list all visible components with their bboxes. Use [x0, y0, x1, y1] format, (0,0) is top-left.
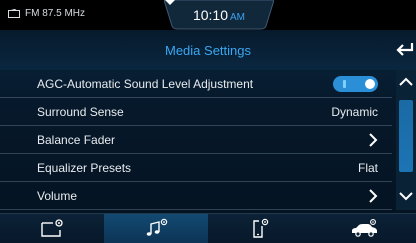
setting-value: Flat: [357, 161, 378, 175]
chevron-right-icon: [369, 133, 378, 147]
clock: 10:10 AM: [164, 7, 274, 23]
chevron-down-icon[interactable]: [396, 182, 416, 210]
nav-music-settings[interactable]: [104, 214, 208, 243]
agc-toggle[interactable]: [333, 76, 378, 92]
clock-time: 10:10: [192, 7, 229, 23]
chevron-right-icon: [369, 189, 378, 203]
setting-row-equalizer-presets[interactable]: Equalizer Presets Flat: [0, 154, 392, 182]
nav-car-settings[interactable]: [312, 214, 416, 243]
setting-label: Surround Sense: [37, 105, 124, 119]
scrollbar[interactable]: [396, 70, 416, 210]
scrollbar-thumb[interactable]: [399, 100, 413, 172]
radio-station: FM 87.5 MHz: [25, 8, 86, 19]
chevron-down-icon: [165, 0, 175, 5]
radio-icon: [8, 9, 20, 18]
page-title: Media Settings: [165, 43, 251, 58]
phone-settings-icon: [253, 218, 269, 238]
nav-phone-settings[interactable]: [208, 214, 312, 243]
setting-row-surround-sense[interactable]: Surround Sense Dynamic: [0, 98, 392, 126]
toggle-knob: [365, 79, 375, 89]
setting-row-volume[interactable]: Volume: [0, 182, 392, 210]
clock-ampm: AM: [230, 12, 246, 23]
nav-screen-settings[interactable]: [0, 214, 104, 243]
toggle-on-mark: [343, 80, 346, 88]
clock-tab[interactable]: 10:10 AM: [164, 0, 274, 30]
chevron-up-icon[interactable]: [396, 70, 416, 94]
radio-status[interactable]: FM 87.5 MHz: [8, 8, 85, 19]
setting-label: AGC-Automatic Sound Level Adjustment: [37, 77, 254, 91]
setting-label: Equalizer Presets: [37, 161, 132, 175]
music-settings-icon: [146, 218, 168, 236]
screen-settings-icon: [41, 219, 63, 237]
status-bar: FM 87.5 MHz 10:10 AM: [0, 0, 416, 30]
bottom-nav: [0, 213, 416, 243]
car-settings-icon: [352, 219, 377, 237]
setting-value: Dynamic: [331, 105, 378, 119]
back-arrow-icon[interactable]: [394, 41, 414, 59]
setting-label: Volume: [37, 189, 78, 203]
settings-list: AGC-Automatic Sound Level Adjustment Sur…: [0, 70, 392, 210]
setting-row-agc[interactable]: AGC-Automatic Sound Level Adjustment: [0, 70, 392, 98]
setting-label: Balance Fader: [37, 133, 116, 147]
title-bar: Media Settings: [0, 30, 416, 70]
setting-row-balance-fader[interactable]: Balance Fader: [0, 126, 392, 154]
media-settings-screen: FM 87.5 MHz 10:10 AM Media Settings AGC-A…: [0, 0, 416, 243]
